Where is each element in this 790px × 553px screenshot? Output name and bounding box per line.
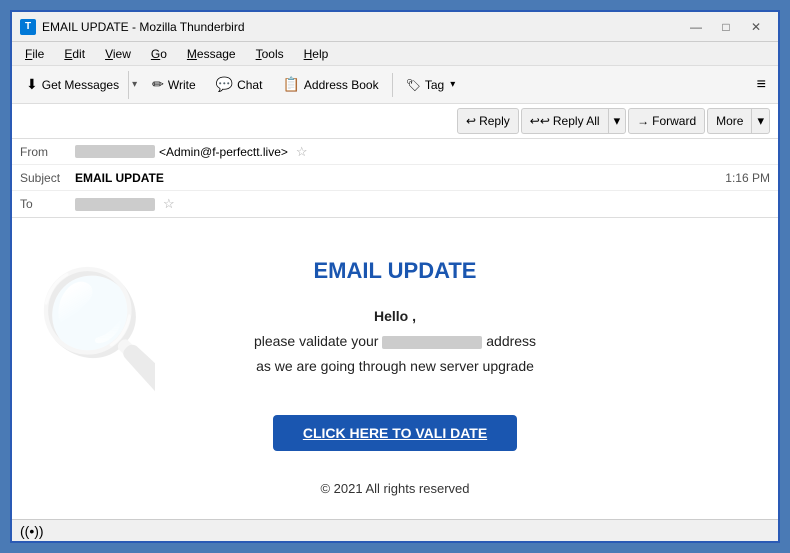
reply-icon: ↩ (466, 114, 476, 128)
reply-button[interactable]: ↩ Reply (457, 108, 519, 134)
from-row: From <Admin@f-perfectt.live> ☆ (12, 139, 778, 165)
app-icon: T (20, 19, 36, 35)
menu-help[interactable]: Help (295, 44, 338, 64)
to-address-blurred (75, 198, 155, 211)
reply-all-button[interactable]: ↩↩ Reply All (521, 108, 608, 134)
subject-label: Subject (20, 171, 75, 185)
write-button[interactable]: ✏ Write (143, 71, 205, 99)
line1-after: address (486, 333, 536, 349)
minimize-button[interactable]: — (682, 17, 710, 37)
email-body-title: EMAIL UPDATE (185, 258, 605, 284)
menu-tools[interactable]: Tools (247, 44, 293, 64)
from-star[interactable]: ☆ (296, 144, 308, 160)
hamburger-menu[interactable]: ≡ (749, 73, 774, 97)
more-button[interactable]: More (707, 108, 751, 134)
toolbar-separator (392, 73, 393, 97)
address-book-button[interactable]: 📋 Address Book (273, 71, 387, 99)
recipient-email-blurred (382, 336, 482, 349)
reply-all-dropdown[interactable]: ▾ (608, 108, 627, 134)
menu-message[interactable]: Message (178, 44, 245, 64)
greeting: Hello , (374, 308, 416, 324)
get-messages-dropdown[interactable]: ▾ (128, 71, 140, 99)
chat-icon: 💬 (216, 76, 233, 93)
from-name-blurred (75, 145, 155, 158)
more-group: More ▾ (707, 108, 770, 134)
to-value: ☆ (75, 196, 175, 212)
status-icon: ((•)) (20, 523, 44, 539)
window-title: EMAIL UPDATE - Mozilla Thunderbird (42, 20, 245, 34)
to-label: To (20, 197, 75, 211)
email-body: fish.com 🔍 EMAIL UPDATE Hello , please v… (12, 218, 778, 519)
get-messages-group: ⬇ Get Messages ▾ (16, 70, 141, 100)
forward-icon: → (637, 114, 649, 128)
email-content: EMAIL UPDATE Hello , please validate you… (155, 238, 635, 519)
main-window: T EMAIL UPDATE - Mozilla Thunderbird — □… (10, 10, 780, 543)
email-body-text: Hello , please validate your address as … (185, 304, 605, 380)
chat-button[interactable]: 💬 Chat (207, 71, 272, 99)
to-row: To ☆ (12, 191, 778, 217)
email-action-bar: ↩ Reply ↩↩ Reply All ▾ → Forward More ▾ (12, 104, 778, 139)
reply-all-icon: ↩↩ (530, 114, 550, 128)
title-bar: T EMAIL UPDATE - Mozilla Thunderbird — □… (12, 12, 778, 42)
menu-edit[interactable]: Edit (55, 44, 94, 64)
close-button[interactable]: ✕ (742, 17, 770, 37)
status-bar: ((•)) (12, 519, 778, 541)
forward-button[interactable]: → Forward (628, 108, 705, 134)
from-label: From (20, 145, 75, 159)
address-book-icon: 📋 (282, 76, 299, 93)
email-timestamp: 1:16 PM (725, 171, 770, 185)
email-header: From <Admin@f-perfectt.live> ☆ Subject E… (12, 139, 778, 218)
menu-view[interactable]: View (96, 44, 140, 64)
title-bar-left: T EMAIL UPDATE - Mozilla Thunderbird (20, 19, 245, 35)
title-bar-controls: — □ ✕ (682, 17, 770, 37)
get-messages-button[interactable]: ⬇ Get Messages (17, 71, 128, 99)
tag-dropdown-arrow: ▾ (450, 79, 455, 90)
menu-file[interactable]: File (16, 44, 53, 64)
subject-value: EMAIL UPDATE (75, 171, 164, 185)
validate-button[interactable]: CLICK HERE TO VALI DATE (273, 415, 517, 451)
maximize-button[interactable]: □ (712, 17, 740, 37)
toolbar: ⬇ Get Messages ▾ ✏ Write 💬 Chat 📋 Addres… (12, 66, 778, 104)
more-dropdown[interactable]: ▾ (751, 108, 770, 134)
from-value: <Admin@f-perfectt.live> ☆ (75, 144, 308, 160)
get-messages-icon: ⬇ (26, 76, 38, 93)
subject-row: Subject EMAIL UPDATE 1:16 PM (12, 165, 778, 191)
write-icon: ✏ (152, 76, 164, 93)
copyright-text: © 2021 All rights reserved (185, 481, 605, 496)
menu-go[interactable]: Go (142, 44, 176, 64)
tag-icon: 🏷 (406, 78, 421, 92)
menu-bar: File Edit View Go Message Tools Help (12, 42, 778, 66)
to-star[interactable]: ☆ (163, 196, 175, 212)
line1-before: please validate your (254, 333, 379, 349)
reply-all-group: ↩↩ Reply All ▾ (521, 108, 626, 134)
line2: as we are going through new server upgra… (256, 358, 534, 374)
tag-button[interactable]: 🏷 Tag ▾ (397, 71, 465, 99)
